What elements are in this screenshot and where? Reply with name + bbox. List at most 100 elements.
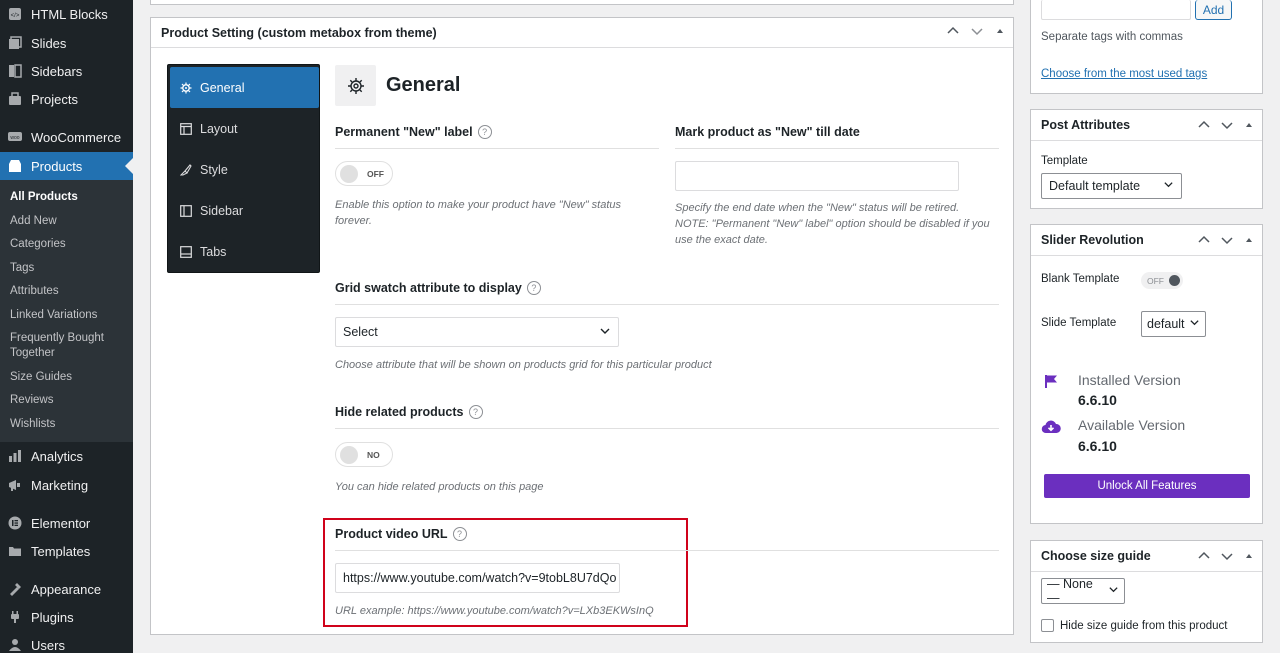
menu-label: Analytics	[31, 448, 84, 464]
help-icon[interactable]: ?	[468, 405, 483, 419]
menu-plugins[interactable]: Plugins	[0, 603, 133, 631]
tab-sidebar[interactable]: Sidebar	[170, 190, 319, 231]
toggle-state: OFF	[367, 168, 384, 179]
analytics-icon	[8, 449, 22, 463]
new-till-date-input[interactable]	[675, 161, 959, 191]
menu-label: Templates	[31, 543, 91, 559]
divider	[335, 550, 999, 551]
submenu-tags[interactable]: Tags	[10, 261, 128, 276]
tab-tabs[interactable]: Tabs	[170, 231, 319, 272]
select-value: Select	[343, 325, 378, 339]
submenu-attributes[interactable]: Attributes	[10, 284, 128, 299]
field-label-text: Permanent "New" label	[335, 125, 473, 139]
caret-up-icon[interactable]	[1244, 550, 1254, 565]
caret-up-icon[interactable]	[1244, 234, 1254, 249]
toggle-state: OFF	[1147, 275, 1164, 286]
video-url-input[interactable]: https://www.youtube.com/watch?v=9tobL8U7…	[335, 563, 620, 593]
submenu-reviews[interactable]: Reviews	[10, 393, 128, 408]
post-attributes-metabox: Post Attributes Template Default templat…	[1030, 109, 1263, 209]
swatch-description: Choose attribute that will be shown on p…	[335, 359, 712, 371]
chevron-down-icon[interactable]	[1221, 234, 1233, 249]
size-guide-select[interactable]: — None —	[1041, 577, 1125, 605]
menu-products[interactable]: Products	[0, 152, 133, 180]
submenu-all-products[interactable]: All Products	[10, 190, 128, 205]
tab-layout[interactable]: Layout	[170, 108, 319, 149]
help-icon[interactable]: ?	[477, 125, 492, 139]
menu-label: Products	[31, 158, 83, 174]
divider	[675, 148, 999, 149]
chevron-down-icon[interactable]	[1221, 119, 1233, 134]
swatch-select[interactable]: Select	[335, 317, 619, 347]
field-label-text: Grid swatch attribute to display	[335, 281, 522, 295]
submenu-add-new[interactable]: Add New	[10, 214, 128, 229]
menu-sidebars[interactable]: Sidebars	[0, 57, 133, 85]
menu-label: Elementor	[31, 515, 91, 531]
woocommerce-icon: woo	[8, 130, 22, 144]
hide-size-guide-checkbox[interactable]	[1041, 619, 1054, 632]
field-label-text: Mark product as "New" till date	[675, 125, 860, 139]
menu-marketing[interactable]: Marketing	[0, 471, 133, 499]
hide-related-toggle[interactable]: NO	[335, 442, 393, 467]
submenu-frequently-bought[interactable]: Frequently Bought Together	[10, 331, 110, 361]
menu-label: Appearance	[31, 581, 102, 597]
chevron-down-icon[interactable]	[971, 25, 983, 40]
caret-up-icon[interactable]	[995, 25, 1005, 40]
tab-label: Style	[200, 162, 228, 177]
slides-icon	[8, 36, 22, 50]
tab-general[interactable]: General	[170, 67, 319, 108]
new-label-description: Enable this option to make your product …	[335, 199, 622, 227]
select-value: Default template	[1049, 179, 1141, 193]
menu-templates[interactable]: Templates	[0, 537, 133, 565]
submenu-size-guides[interactable]: Size Guides	[10, 370, 128, 385]
box-title: Slider Revolution	[1041, 233, 1144, 247]
menu-label: Projects	[31, 91, 78, 107]
tab-label: Sidebar	[200, 203, 244, 218]
chevron-up-icon[interactable]	[1198, 234, 1210, 249]
video-url-description: URL example: https://www.youtube.com/wat…	[335, 605, 654, 617]
menu-label: HTML Blocks	[31, 6, 108, 22]
blank-template-toggle[interactable]: OFF	[1141, 272, 1183, 289]
tags-metabox: Add Separate tags with commas Choose fro…	[1030, 0, 1263, 94]
submenu-linked-variations[interactable]: Linked Variations	[10, 308, 128, 323]
menu-appearance[interactable]: Appearance	[0, 575, 133, 603]
help-icon[interactable]: ?	[452, 527, 467, 541]
divider	[335, 428, 999, 429]
box-header-controls	[1198, 550, 1254, 565]
sidebars-icon	[8, 64, 22, 78]
menu-projects[interactable]: Projects	[0, 85, 133, 113]
new-label-field-label: Permanent "New" label ?	[335, 125, 492, 139]
menu-slides[interactable]: Slides	[0, 29, 133, 57]
template-select[interactable]: Default template	[1041, 173, 1182, 199]
caret-up-icon[interactable]	[1244, 119, 1254, 134]
swatch-field-label: Grid swatch attribute to display ?	[335, 281, 541, 295]
menu-elementor[interactable]: Elementor	[0, 509, 133, 537]
layout-icon	[180, 122, 192, 135]
cloud-download-icon	[1041, 419, 1061, 438]
most-used-tags-link[interactable]: Choose from the most used tags	[1041, 68, 1207, 80]
new-label-toggle[interactable]: OFF	[335, 161, 393, 186]
unlock-features-button[interactable]: Unlock All Features	[1044, 474, 1250, 498]
tag-input[interactable]	[1041, 0, 1191, 20]
new-till-field-label: Mark product as "New" till date	[675, 125, 860, 139]
chevron-up-icon[interactable]	[1198, 119, 1210, 134]
product-setting-metabox: Product Setting (custom metabox from the…	[150, 17, 1014, 635]
projects-icon	[8, 92, 22, 106]
box-title: Post Attributes	[1041, 118, 1131, 132]
slide-template-select[interactable]: default	[1141, 311, 1206, 337]
html-blocks-icon: </>	[8, 7, 22, 21]
chevron-up-icon[interactable]	[947, 25, 959, 40]
menu-woocommerce[interactable]: woo WooCommerce	[0, 123, 133, 151]
submenu-categories[interactable]: Categories	[10, 237, 128, 252]
menu-html-blocks[interactable]: </> HTML Blocks	[0, 0, 133, 28]
submenu-wishlists[interactable]: Wishlists	[10, 417, 128, 432]
menu-analytics[interactable]: Analytics	[0, 442, 133, 470]
toggle-knob	[1169, 275, 1180, 286]
divider	[335, 148, 659, 149]
help-icon[interactable]: ?	[526, 281, 541, 295]
menu-users[interactable]: Users	[0, 631, 133, 653]
chevron-up-icon[interactable]	[1198, 550, 1210, 565]
add-tag-button[interactable]: Add	[1195, 0, 1232, 20]
tab-style[interactable]: Style	[170, 149, 319, 190]
chevron-down-icon[interactable]	[1221, 550, 1233, 565]
panel-title: General	[386, 74, 461, 96]
